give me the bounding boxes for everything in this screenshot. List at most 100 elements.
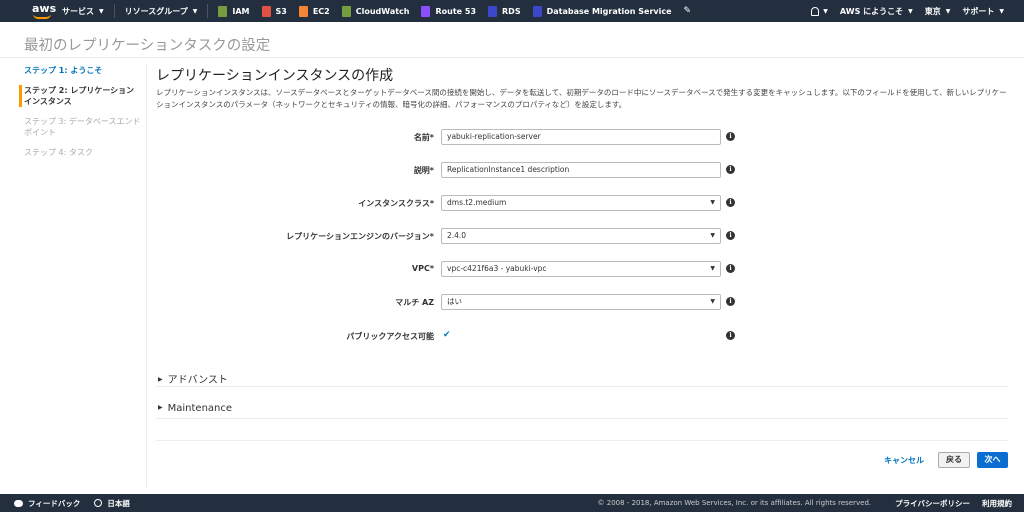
top-navigation-bar: aws サービス ▼ リソースグループ ▼ IAM S3 EC2 CloudWatch Ro…: [0, 0, 1024, 22]
public-access-label: パブリックアクセス可能: [346, 332, 434, 341]
cancel-button[interactable]: キャンセル: [884, 455, 924, 466]
step-4-tasks: ステップ 4: タスク: [24, 148, 93, 157]
info-icon[interactable]: i: [726, 132, 735, 141]
rds-icon: [488, 5, 498, 17]
globe-icon: [94, 499, 103, 507]
pin-icon[interactable]: ✎: [678, 0, 698, 22]
info-icon[interactable]: i: [726, 331, 735, 340]
title-divider: [0, 57, 1024, 58]
shortcut-label: S3: [275, 6, 287, 16]
feedback-link[interactable]: フィードバック: [14, 498, 80, 509]
aws-smile-icon: [33, 14, 51, 19]
public-access-row: パブリックアクセス可能 ✔ i: [156, 328, 756, 348]
service-shortcuts: IAM S3 EC2 CloudWatch Route 53 RDS Database Mi…: [212, 0, 677, 22]
engine-version-label: レプリケーションエンジンのバージョン*: [286, 232, 434, 241]
support-menu[interactable]: サポート ▼: [956, 0, 1010, 22]
multi-az-select[interactable]: はい ▼: [441, 294, 721, 310]
notifications-button[interactable]: ▼: [805, 0, 834, 22]
instance-class-select[interactable]: dms.t2.medium ▼: [441, 195, 721, 211]
section-description: レプリケーションインスタンスは、ソースデータベースとターゲットデータベース間の接…: [156, 88, 1007, 109]
aws-logo[interactable]: aws: [0, 0, 56, 22]
instance-class-row: インスタンスクラス* dms.t2.medium ▼ i: [156, 195, 756, 215]
chevron-down-icon: ▼: [710, 232, 715, 239]
shortcut-ec2[interactable]: EC2: [293, 0, 336, 22]
advanced-expander[interactable]: ▶ アドバンスト: [156, 371, 1008, 387]
language-selector[interactable]: 日本語: [94, 498, 130, 509]
feedback-label: フィードバック: [28, 498, 81, 508]
language-label: 日本語: [107, 498, 130, 508]
shortcut-label: RDS: [502, 6, 521, 16]
engine-version-select[interactable]: 2.4.0 ▼: [441, 228, 721, 244]
services-menu[interactable]: サービス ▼: [56, 0, 110, 22]
region-menu[interactable]: 東京 ▼: [919, 0, 957, 22]
maintenance-label: Maintenance: [167, 403, 233, 414]
caret-right-icon: ▶: [158, 376, 163, 383]
info-icon[interactable]: i: [726, 264, 735, 273]
info-icon[interactable]: i: [726, 165, 735, 174]
name-label: 名前*: [413, 133, 434, 142]
shortcut-iam[interactable]: IAM: [212, 0, 255, 22]
bell-icon: [811, 6, 820, 16]
footer-bar: フィードバック 日本語 © 2008 - 2018, Amazon Web Se…: [0, 494, 1024, 512]
public-access-checkbox[interactable]: ✔: [443, 330, 451, 340]
terms-link[interactable]: 利用規約: [982, 498, 1012, 509]
chevron-down-icon: ▼: [908, 7, 913, 15]
engine-version-value: 2.4.0: [447, 231, 467, 240]
copyright-text: © 2008 - 2018, Amazon Web Services, Inc.…: [597, 499, 872, 507]
info-icon[interactable]: i: [726, 198, 735, 207]
steps-divider: [146, 64, 147, 488]
chevron-down-icon: ▼: [710, 298, 715, 305]
shortcut-label: CloudWatch: [355, 6, 410, 16]
iam-icon: [218, 5, 228, 17]
info-icon[interactable]: i: [726, 231, 735, 240]
shortcut-s3[interactable]: S3: [256, 0, 293, 22]
ec2-icon: [298, 5, 308, 17]
actions-divider: [156, 440, 1008, 441]
shortcut-cloudwatch[interactable]: CloudWatch: [336, 0, 416, 22]
shortcut-label: IAM: [232, 6, 250, 16]
nav-divider: [207, 4, 209, 18]
maintenance-expander[interactable]: ▶ Maintenance: [156, 403, 1008, 419]
chevron-down-icon: ▼: [710, 265, 715, 272]
chevron-down-icon: ▼: [999, 7, 1004, 15]
account-menu[interactable]: AWS にようこそ ▼: [834, 0, 919, 22]
shortcut-dms[interactable]: Database Migration Service: [527, 0, 678, 22]
vpc-select[interactable]: vpc-c421f6a3 - yabuki-vpc ▼: [441, 261, 721, 277]
chevron-down-icon: ▼: [823, 7, 828, 15]
vpc-row: VPC* vpc-c421f6a3 - yabuki-vpc ▼ i: [156, 261, 756, 281]
instance-class-label: インスタンスクラス*: [358, 199, 434, 208]
nav-divider: [113, 4, 115, 18]
name-input[interactable]: yabuki-replication-server: [441, 129, 721, 145]
shortcut-rds[interactable]: RDS: [482, 0, 527, 22]
route53-icon: [421, 5, 431, 17]
next-button[interactable]: 次へ: [977, 452, 1008, 468]
chevron-down-icon: ▼: [710, 199, 715, 206]
resource-groups-menu[interactable]: リソースグループ ▼: [119, 0, 204, 22]
step-1-welcome[interactable]: ステップ 1: ようこそ: [22, 65, 142, 76]
section-title: レプリケーションインスタンスの作成: [156, 68, 394, 84]
engine-version-row: レプリケーションエンジンのバージョン* 2.4.0 ▼ i: [156, 228, 756, 248]
vpc-value: vpc-c421f6a3 - yabuki-vpc: [447, 264, 547, 273]
multi-az-value: はい: [447, 297, 462, 306]
speech-bubble-icon: [14, 499, 23, 507]
account-label: AWS にようこそ: [839, 6, 904, 16]
multi-az-row: マルチ AZ はい ▼ i: [156, 294, 756, 314]
shortcut-label: Database Migration Service: [546, 6, 672, 16]
back-button[interactable]: 戻る: [938, 452, 970, 468]
name-row: 名前* yabuki-replication-server i: [156, 129, 756, 149]
shortcut-route53[interactable]: Route 53: [415, 0, 482, 22]
resource-groups-label: リソースグループ: [124, 6, 188, 16]
services-label: サービス: [62, 6, 94, 16]
region-label: 東京: [924, 6, 941, 16]
vpc-label: VPC*: [411, 264, 434, 273]
step-2-replication-instance: ステップ 2: レプリケーションインスタンス: [19, 85, 142, 107]
chevron-down-icon: ▼: [192, 7, 198, 15]
description-input[interactable]: ReplicationInstance1 description: [441, 162, 721, 178]
privacy-policy-link[interactable]: プライバシーポリシー: [895, 498, 970, 509]
step-3-database-endpoints: ステップ 3: データベースエンドポイント: [24, 117, 141, 137]
description-row: 説明* ReplicationInstance1 description i: [156, 162, 756, 182]
cloudwatch-icon: [341, 5, 351, 17]
info-icon[interactable]: i: [726, 297, 735, 306]
instance-class-value: dms.t2.medium: [447, 198, 507, 207]
chevron-down-icon: ▼: [99, 7, 104, 15]
